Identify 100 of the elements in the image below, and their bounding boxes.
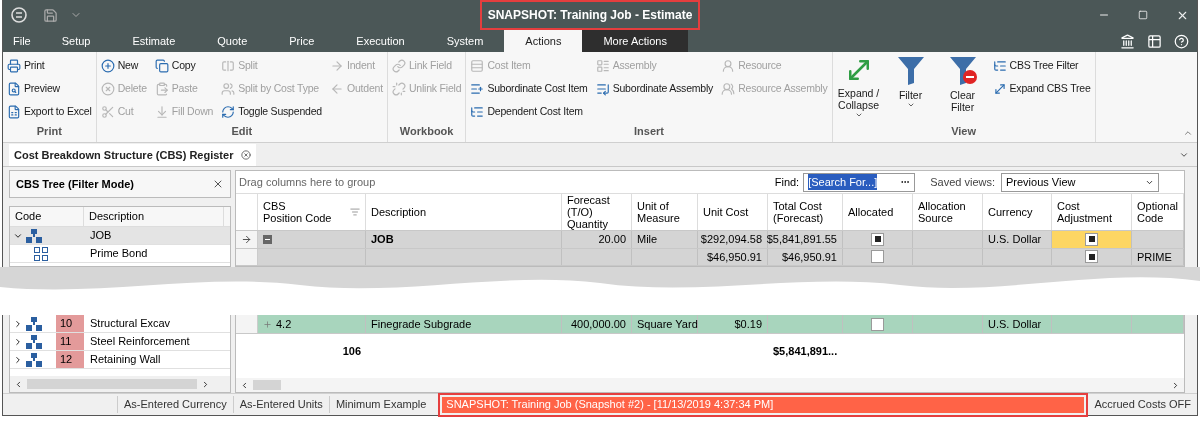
ribbon-button[interactable]: Subordinate Cost Item	[470, 78, 588, 100]
column-header[interactable]: Optional Code	[1132, 194, 1184, 230]
scrollbar-thumb[interactable]	[253, 380, 281, 390]
table-cell-text: 20.00	[598, 232, 626, 247]
large-ribbon-button[interactable]: Expand / Collapse	[836, 55, 881, 123]
ribbon-icon	[154, 82, 169, 96]
horizontal-scrollbar[interactable]	[10, 376, 230, 392]
column-header[interactable]: Description	[366, 194, 562, 230]
collapsed-icon[interactable]	[13, 336, 23, 347]
scroll-left-icon[interactable]	[14, 379, 23, 389]
column-header[interactable]: Unit Cost	[698, 194, 768, 230]
ribbon-button[interactable]: CBS Tree Filter	[992, 55, 1091, 77]
collapsed-icon[interactable]	[13, 354, 23, 365]
document-tab[interactable]: Cost Breakdown Structure (CBS) Register	[9, 144, 257, 166]
ribbon-icon	[391, 59, 406, 73]
column-header[interactable]: Description	[84, 207, 224, 226]
tree-cell-text: Prime Bond	[89, 246, 148, 262]
collapsed-icon[interactable]	[13, 318, 23, 329]
menu-tab[interactable]: System	[425, 30, 505, 52]
tree-cell-text: Steel Reinforcement	[89, 334, 190, 350]
large-ribbon-button[interactable]: Clear Filter	[940, 55, 985, 123]
tree-row[interactable]: 11 Steel Reinforcement	[10, 333, 230, 351]
menu-tab[interactable]: Price	[268, 30, 336, 52]
horizontal-scrollbar[interactable]	[236, 378, 1184, 392]
close-icon[interactable]	[241, 150, 252, 160]
tree-row[interactable]: 10 Structural Excav	[10, 315, 230, 333]
table-cell-text: $0.19	[734, 316, 762, 332]
window-title: SNAPSHOT: Training Job - Estimate	[479, 0, 701, 30]
ribbon-button[interactable]: Copy	[154, 55, 214, 77]
tree-cell-text: JOB	[89, 228, 112, 244]
group-label: View	[950, 123, 977, 139]
checkbox[interactable]	[871, 317, 884, 331]
checkbox[interactable]	[871, 250, 884, 264]
tree-row[interactable]: JOB	[10, 227, 230, 245]
dropdown-icon[interactable]	[1179, 150, 1189, 160]
menu-tab[interactable]: Quote	[196, 30, 269, 52]
close-icon[interactable]	[212, 178, 224, 190]
maximize-icon[interactable]	[1138, 10, 1148, 20]
tree-row[interactable]: Prime Bond	[10, 245, 230, 263]
scroll-right-icon[interactable]	[201, 379, 210, 389]
ribbon-icon	[154, 105, 169, 119]
ribbon-button[interactable]: Dependent Cost Item	[470, 101, 588, 123]
menu-tab[interactable]: More Actions	[582, 30, 688, 52]
column-header[interactable]: CBS Position Code	[258, 194, 366, 230]
scroll-left-icon[interactable]	[240, 380, 249, 390]
checkbox[interactable]	[1085, 250, 1098, 264]
app-logo-icon	[11, 7, 27, 23]
table-cell-text: PRIME	[1137, 249, 1172, 265]
ribbon-button[interactable]: Export to Excel	[7, 101, 92, 123]
status-item: As-Entered Currency	[117, 396, 233, 413]
ribbon-button[interactable]: Preview	[7, 78, 92, 100]
ribbon-button[interactable]: Toggle Suspended	[221, 101, 322, 123]
save-icon[interactable]	[43, 7, 58, 23]
ribbon-icon	[100, 105, 115, 119]
scrollbar-thumb[interactable]	[27, 379, 197, 389]
ribbon-button[interactable]: Print	[7, 55, 92, 77]
menu-tab[interactable]: File	[3, 30, 41, 52]
ribbon-button[interactable]: Subordinate Assembly	[595, 78, 714, 100]
column-header[interactable]: Total Cost (Forecast)	[768, 194, 843, 230]
tree-cell-text: Structural Excav	[89, 316, 171, 332]
checkbox[interactable]	[1085, 232, 1098, 246]
large-ribbon-button[interactable]: Filter	[888, 55, 933, 123]
code-cell: 10	[56, 315, 84, 332]
help-icon[interactable]	[1174, 34, 1189, 49]
scroll-right-icon[interactable]	[1171, 380, 1180, 390]
column-header[interactable]: Allocation Source	[913, 194, 983, 230]
row-indicator[interactable]	[236, 231, 258, 248]
panel-title: CBS Tree (Filter Mode)	[16, 176, 134, 192]
grid-row[interactable]: 4.2 Finegrade Subgrade 400,000.00 Square Yard $0.19 U.S. Dollar	[236, 315, 1184, 334]
ribbon-icon	[7, 59, 21, 73]
menu-tab[interactable]: Setup	[40, 30, 112, 52]
grid-row[interactable]: JOB 20.00 Mile $292,094.58 $5,841,891.55 U.S. Dollar	[236, 231, 1184, 249]
hierarchy-icon	[26, 228, 42, 243]
tree-row[interactable]: 12 Retaining Wall	[10, 351, 230, 369]
table-cell-text: Mile	[637, 232, 658, 247]
bank-icon[interactable]	[1120, 34, 1135, 49]
hierarchy-icon	[26, 352, 42, 367]
column-header[interactable]: Currency	[983, 194, 1052, 230]
saved-views-dropdown[interactable]: Previous View	[1001, 172, 1159, 192]
ribbon-icon	[470, 105, 485, 119]
ribbon-icon	[721, 82, 736, 96]
search-field[interactable]: [Search For...]	[803, 172, 916, 192]
column-header[interactable]: Allocated	[843, 194, 913, 230]
ribbon-button[interactable]: Expand CBS Tree	[992, 78, 1091, 100]
column-header[interactable]: Cost Adjustment	[1052, 194, 1132, 230]
ribbon-button[interactable]: New	[100, 55, 147, 77]
menu-tab[interactable]: Execution	[335, 30, 426, 52]
column-header[interactable]: Unit of Measure	[632, 194, 698, 230]
menu-tab[interactable]: Estimate	[111, 30, 197, 52]
ribbon-icon	[100, 59, 115, 73]
cost-adjustment-cell[interactable]	[1052, 231, 1132, 248]
total-count: 106	[341, 343, 362, 359]
menu-tab[interactable]: Actions	[504, 30, 583, 52]
group-hint: Drag columns here to group	[239, 174, 376, 190]
table-cell-text: U.S. Dollar	[988, 232, 1042, 247]
column-header[interactable]: Forecast (T/O) Quantity	[562, 194, 632, 230]
checkbox[interactable]	[871, 232, 884, 246]
column-header[interactable]: Code	[10, 207, 84, 226]
table-icon[interactable]	[1147, 34, 1162, 49]
collapse-icon[interactable]	[263, 234, 272, 244]
